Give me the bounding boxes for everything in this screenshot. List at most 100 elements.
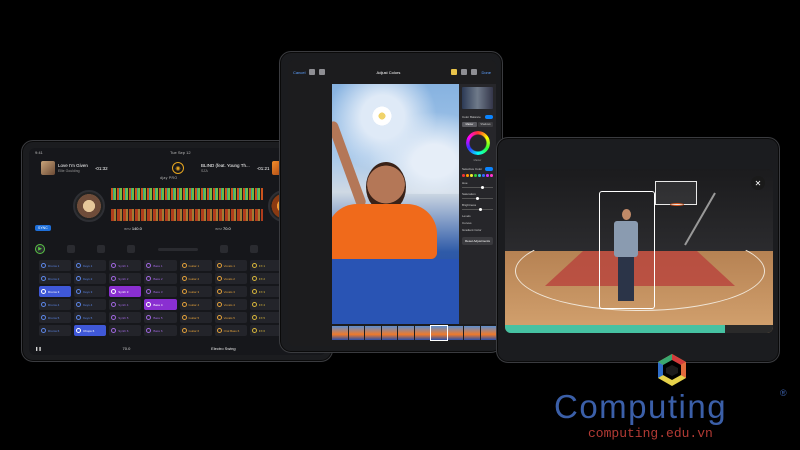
color-wheel[interactable] <box>465 131 490 155</box>
color-balance-toggle[interactable] <box>485 115 493 119</box>
pad-button[interactable]: Drums 5 <box>39 312 72 323</box>
cancel-button[interactable]: Cancel <box>293 70 305 75</box>
selective-color-toggle[interactable] <box>485 167 493 171</box>
deck-left-header[interactable]: Love I'm Given Ellie Goulding -01:32 <box>41 159 108 177</box>
pad-label: Synth 6 <box>118 328 129 333</box>
pad-button[interactable]: Keys 4 <box>74 299 107 310</box>
pad-button[interactable]: FX 6 <box>249 325 282 336</box>
crossfader[interactable] <box>157 247 198 251</box>
slider-brightness[interactable]: Brightness <box>462 203 493 211</box>
pad-button[interactable]: Synth 3 <box>109 286 142 297</box>
pad-button[interactable]: Bass 6 <box>144 325 177 336</box>
thumb-selected[interactable] <box>430 325 448 341</box>
thumb[interactable] <box>332 326 348 340</box>
pad-button[interactable]: Drums 1 <box>39 260 72 271</box>
color-balance-row[interactable]: Color Balance <box>462 115 493 119</box>
pad-button[interactable]: Guitar 2 <box>179 273 212 284</box>
reset-adjustments-button[interactable]: Reset Adjustments <box>462 237 493 245</box>
djay-logo-icon[interactable]: ◉ <box>172 162 184 174</box>
pad-button[interactable]: Keys 5 <box>74 312 107 323</box>
loop-button-right[interactable] <box>249 245 258 253</box>
pad-button[interactable]: Synth 4 <box>109 299 142 310</box>
pad-button[interactable]: Bass 1 <box>144 260 177 271</box>
brush-icon[interactable] <box>451 69 458 75</box>
thumb[interactable] <box>480 326 496 340</box>
thumb[interactable] <box>464 326 480 340</box>
pad-button[interactable]: Chops 6 <box>74 325 107 336</box>
waveform-right[interactable] <box>111 209 263 221</box>
pad-button[interactable]: Keys 1 <box>74 260 107 271</box>
pad-button[interactable]: Keys 3 <box>74 286 107 297</box>
pad-button[interactable]: FX 4 <box>249 299 282 310</box>
cue-button-left[interactable] <box>67 245 76 253</box>
pause-icon-left[interactable] <box>127 245 136 253</box>
pad-button[interactable]: Keys 2 <box>74 273 107 284</box>
pad-button[interactable]: Vocals 4 <box>214 299 247 310</box>
pad-button[interactable]: Vocals 1 <box>214 260 247 271</box>
pad-button[interactable]: Guitar 4 <box>179 299 212 310</box>
genre-selector[interactable]: Electro Swing <box>211 346 235 351</box>
pad-button[interactable]: Oral Bass 6 <box>214 325 247 336</box>
pad-button[interactable]: Drums 6 <box>39 325 72 336</box>
thumb[interactable] <box>398 326 414 340</box>
pad-button[interactable]: FX 3 <box>249 286 282 297</box>
deck-right-header[interactable]: BLIND (feat. Young Th... SZA -01:21 <box>201 159 287 177</box>
color-swatches[interactable] <box>462 174 493 177</box>
loop-button-left[interactable] <box>97 245 106 253</box>
pause-icon-right[interactable] <box>219 245 228 253</box>
pad-button[interactable]: Drums 2 <box>39 273 72 284</box>
pause-icon[interactable]: ❚❚ <box>35 346 42 351</box>
slider-saturation[interactable]: Saturation <box>462 192 493 200</box>
seg-shadows[interactable]: Shadows <box>478 122 493 127</box>
pad-button[interactable]: Drums 3 <box>39 286 72 297</box>
curves-row[interactable]: Curves <box>462 221 493 225</box>
sync-button-left[interactable]: SYNC <box>35 225 51 231</box>
pad-button[interactable]: Synth 5 <box>109 312 142 323</box>
selective-color-row[interactable]: Selective Color <box>462 167 493 171</box>
pad-button[interactable]: Guitar 1 <box>179 260 212 271</box>
pad-button[interactable]: Vocals 2 <box>214 273 247 284</box>
pad-button[interactable]: FX 5 <box>249 312 282 323</box>
bpm-right[interactable]: 70.0 <box>223 226 231 231</box>
play-icon-left[interactable]: ▶ <box>35 244 45 254</box>
pad-button[interactable]: Bass 5 <box>144 312 177 323</box>
undo-icon[interactable] <box>309 69 316 75</box>
pad-button[interactable]: FX 1 <box>249 260 282 271</box>
bpm-left[interactable]: 140.0 <box>132 226 142 231</box>
pad-button[interactable]: Vocals 5 <box>214 312 247 323</box>
pad-button[interactable]: Bass 2 <box>144 273 177 284</box>
dj-footer: ❚❚ 70.0 Electro Swing ⚙ <box>35 344 320 352</box>
video-progress[interactable] <box>505 325 773 333</box>
photo-canvas[interactable] <box>332 84 459 324</box>
pad-button[interactable]: Bass 4 <box>144 299 177 310</box>
pad-ring-icon <box>216 302 222 307</box>
seg-master[interactable]: Master <box>462 122 477 127</box>
thumb[interactable] <box>348 326 364 340</box>
redo-icon[interactable] <box>319 69 326 75</box>
pad-button[interactable]: Guitar 5 <box>179 312 212 323</box>
levels-row[interactable]: Levels <box>462 214 493 218</box>
waveform-left[interactable] <box>111 188 263 200</box>
thumb[interactable] <box>414 326 430 340</box>
turntable-left[interactable] <box>73 190 105 222</box>
layers-icon[interactable] <box>461 69 468 75</box>
done-button[interactable]: Done <box>481 70 491 75</box>
pad-button[interactable]: Drums 4 <box>39 299 72 310</box>
gradient-row[interactable]: Gradient Color <box>462 228 493 232</box>
slider-hue[interactable]: Hue <box>462 181 493 189</box>
pad-button[interactable]: Vocals 3 <box>214 286 247 297</box>
filmstrip[interactable] <box>332 325 496 341</box>
pad-button[interactable]: Synth 2 <box>109 273 142 284</box>
pad-button[interactable]: FX 2 <box>249 273 282 284</box>
pad-button[interactable]: Synth 1 <box>109 260 142 271</box>
pad-button[interactable]: Guitar 3 <box>179 286 212 297</box>
thumb[interactable] <box>381 326 397 340</box>
range-segmented[interactable]: Master Shadows <box>462 122 493 127</box>
close-icon[interactable]: ✕ <box>751 176 765 190</box>
pad-button[interactable]: Guitar 6 <box>179 325 212 336</box>
adjust-icon[interactable] <box>471 69 478 75</box>
pad-button[interactable]: Bass 3 <box>144 286 177 297</box>
thumb[interactable] <box>447 326 463 340</box>
pad-button[interactable]: Synth 6 <box>109 325 142 336</box>
thumb[interactable] <box>365 326 381 340</box>
